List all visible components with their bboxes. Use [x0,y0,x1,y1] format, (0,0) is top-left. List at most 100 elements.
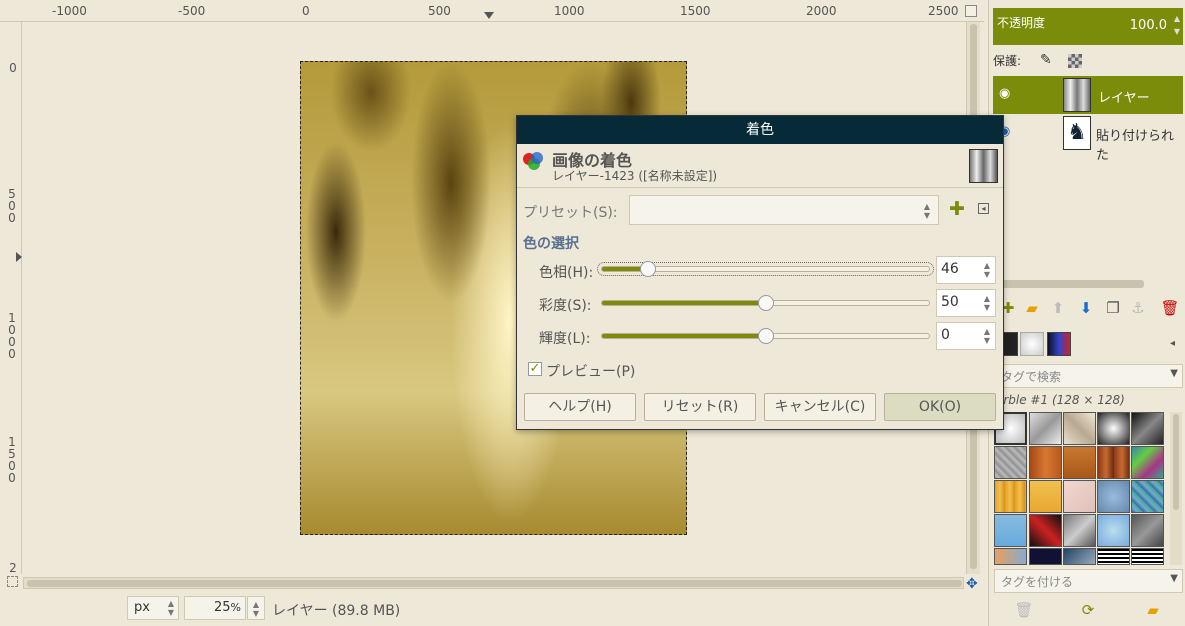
ok-button[interactable]: OK(O) [884,393,996,421]
status-info: レイヤー (89.8 MB) [272,603,401,619]
pattern-name: arble #1 (128 × 128) [996,393,1125,407]
dialog-title[interactable]: 着色 [517,116,1003,144]
pattern-swatch[interactable] [994,548,1027,565]
raise-layer-icon[interactable]: ⬆ [1048,298,1068,318]
pattern-swatch[interactable] [1131,480,1164,513]
spin-arrows-icon[interactable]: ▲ ▼ [982,261,992,279]
ruler-label: 500 [428,4,451,18]
pattern-swatch[interactable] [1029,480,1062,513]
opacity-field[interactable]: 不透明度 100.0 ▲ ▼ [993,8,1183,45]
preview-checkbox[interactable]: ✓ [528,362,542,376]
delete-layer-icon[interactable]: 🗑 [1160,298,1180,318]
unit-value: px [134,600,150,615]
pattern-swatch[interactable] [1131,446,1164,479]
spin-arrows-icon[interactable]: ▲ ▼ [982,294,992,312]
ruler-label: 1500 [680,4,711,18]
refresh-icon[interactable]: ⟳ [1078,600,1098,620]
ruler-pointer-icon [484,12,494,19]
pattern-swatch[interactable] [1097,514,1130,547]
pattern-swatch[interactable] [1029,446,1062,479]
layers-scrollbar[interactable] [994,280,1144,288]
pattern-swatch[interactable] [994,514,1027,547]
duplicate-layer-icon[interactable]: ❐ [1103,298,1123,318]
help-button[interactable]: ヘルプ(H) [524,393,636,421]
layer-row[interactable]: ◉ ♞ 貼り付けられた [993,114,1183,163]
pattern-swatch[interactable] [1063,412,1096,445]
ruler-label: 2500 [928,4,959,18]
brush-lock-icon[interactable]: ✎ [1040,52,1052,68]
layer-row[interactable]: ◉ レイヤー [993,76,1183,114]
anchor-icon[interactable]: ⚓ [1128,298,1148,318]
layer-name: レイヤー [1098,91,1150,106]
pattern-swatch[interactable] [1097,480,1130,513]
navigate-icon[interactable]: ✥ [966,576,978,592]
pattern-swatch[interactable] [1063,480,1096,513]
zoom-field[interactable]: 25% [184,596,246,620]
horizontal-scrollbar[interactable] [23,577,964,589]
eye-icon[interactable]: ◉ [999,86,1010,101]
scrollbar-thumb[interactable] [27,580,962,587]
pattern-swatch[interactable] [1097,412,1130,445]
spin-arrows-icon[interactable]: ▲ ▼ [922,202,932,220]
pattern-tab-icon[interactable] [1020,332,1044,356]
pattern-swatch[interactable] [994,480,1027,513]
pattern-swatch[interactable] [1097,446,1130,479]
spin-arrows-icon[interactable]: ▲ ▼ [166,599,176,617]
pattern-swatch[interactable] [1063,514,1096,547]
pattern-swatch[interactable] [1131,412,1164,445]
tag-search-field[interactable]: タグで検索 ▼ [994,364,1183,388]
cancel-button[interactable]: キャンセル(C) [764,393,876,421]
pattern-swatch[interactable] [1063,446,1096,479]
saturation-spin[interactable]: 50 ▲ ▼ [936,289,996,317]
dialog-divider [517,187,1003,188]
hue-spin[interactable]: 46 ▲ ▼ [936,256,996,284]
gradient-tab-icon[interactable] [1047,332,1071,356]
ruler-label: -500 [178,4,206,18]
add-preset-icon[interactable]: ✚ [949,198,965,220]
zoom-spin[interactable]: ▲ ▼ [247,596,265,620]
lower-layer-icon[interactable]: ⬇ [1076,298,1096,318]
pattern-swatch[interactable] [1029,412,1062,445]
saturation-slider[interactable] [601,295,930,311]
preset-label: プリセット(S): [523,205,618,221]
tag-assign-field[interactable]: タグを付ける ▼ [994,569,1183,593]
layer-thumbnail [1063,78,1091,112]
dialog-subheading: レイヤー-1423 ([名称未設定]) [552,169,718,183]
pattern-swatch[interactable] [1097,548,1130,565]
ruler-label: 1000 [554,4,585,18]
chevron-down-icon[interactable]: ▼ [1170,368,1178,379]
tab-menu-icon[interactable]: ◂ [1170,338,1175,349]
preset-menu-icon[interactable]: ◂ [978,203,989,214]
pattern-swatch[interactable] [1131,514,1164,547]
pattern-scrollbar[interactable] [1170,412,1182,565]
folder-icon[interactable]: ▰ [1143,600,1163,620]
saturation-label: 彩度(S): [539,298,592,314]
hue-slider[interactable] [597,261,934,277]
hue-slider-knob[interactable] [639,261,656,277]
chevron-down-icon[interactable]: ▼ [1170,573,1178,584]
pattern-swatch[interactable] [1029,548,1062,565]
ruler-label: 0 [9,61,17,75]
spin-arrows-icon[interactable]: ▲ ▼ [982,327,992,345]
pattern-swatch[interactable] [1131,548,1164,565]
reset-button[interactable]: リセット(R) [644,393,756,421]
spin-arrows-icon[interactable]: ▲ ▼ [251,600,261,618]
ruler-pointer-icon [16,252,22,262]
pattern-swatch[interactable] [994,446,1027,479]
alpha-lock-icon[interactable] [1068,54,1082,68]
delete-pattern-icon[interactable]: 🗑 [1014,600,1034,620]
status-bar: px ▲ ▼ 25% ▲ ▼ レイヤー (89.8 MB) [0,592,984,626]
unit-selector[interactable]: px ▲ ▼ [127,596,179,620]
preset-combo[interactable]: ▲ ▼ [629,195,939,225]
quick-mask-icon[interactable] [7,576,18,587]
lightness-slider[interactable] [601,328,930,344]
scrollbar-thumb[interactable] [1173,414,1179,510]
spin-arrows-icon[interactable]: ▲ ▼ [1174,12,1180,38]
saturation-slider-knob[interactable] [757,295,774,311]
pattern-swatch[interactable] [1029,514,1062,547]
lightness-spin[interactable]: 0 ▲ ▼ [936,322,996,350]
pattern-swatch[interactable] [1063,548,1096,565]
new-group-icon[interactable]: ▰ [1022,298,1042,318]
lightness-slider-knob[interactable] [757,328,774,344]
zoom-navigate-icon[interactable] [965,5,977,17]
